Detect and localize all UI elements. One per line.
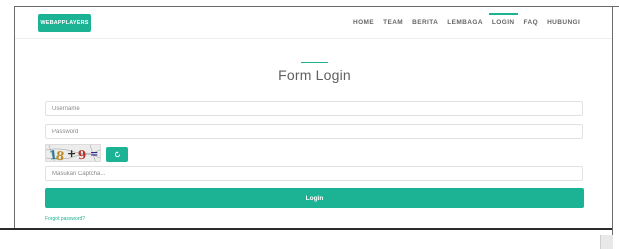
captcha-char-5: = [90, 149, 98, 160]
forgot-password-link[interactable]: Forgot password? [45, 216, 85, 222]
frame-left-border [14, 6, 15, 228]
page-title: Form Login [278, 67, 351, 83]
nav-item-team[interactable]: TEAM [383, 19, 403, 26]
login-button[interactable]: Login [45, 188, 584, 208]
nav-menu: HOME TEAM BERITA LEMBAGA LOGIN FAQ HUBUN… [353, 13, 580, 26]
window-corner-fragment [600, 235, 613, 249]
nav-item-home[interactable]: HOME [353, 19, 374, 26]
title-accent-line [301, 62, 328, 63]
password-input[interactable] [45, 124, 583, 139]
captcha-input[interactable] [45, 166, 583, 181]
frame-right-border [612, 6, 613, 249]
refresh-captcha-button[interactable] [106, 147, 128, 162]
nav-item-lembaga[interactable]: LEMBAGA [447, 19, 483, 26]
brand-logo-button[interactable]: WEBAPPLAYERS [38, 14, 91, 32]
nav-item-login[interactable]: LOGIN [488, 13, 518, 26]
frame-bottom-border [0, 228, 612, 230]
username-input[interactable] [45, 101, 583, 116]
captcha-image: 1 8 + 9 = [45, 144, 101, 162]
navbar: WEBAPPLAYERS HOME TEAM BERITA LEMBAGA LO… [15, 7, 612, 39]
nav-item-hubungi[interactable]: HUBUNGI [547, 19, 580, 26]
nav-item-berita[interactable]: BERITA [412, 19, 438, 26]
nav-item-faq[interactable]: FAQ [524, 19, 539, 26]
refresh-icon [114, 151, 120, 158]
captcha-char-2: 8 [55, 149, 65, 162]
captcha-char-4: 9 [78, 148, 87, 162]
captcha-char-3: + [67, 147, 76, 160]
